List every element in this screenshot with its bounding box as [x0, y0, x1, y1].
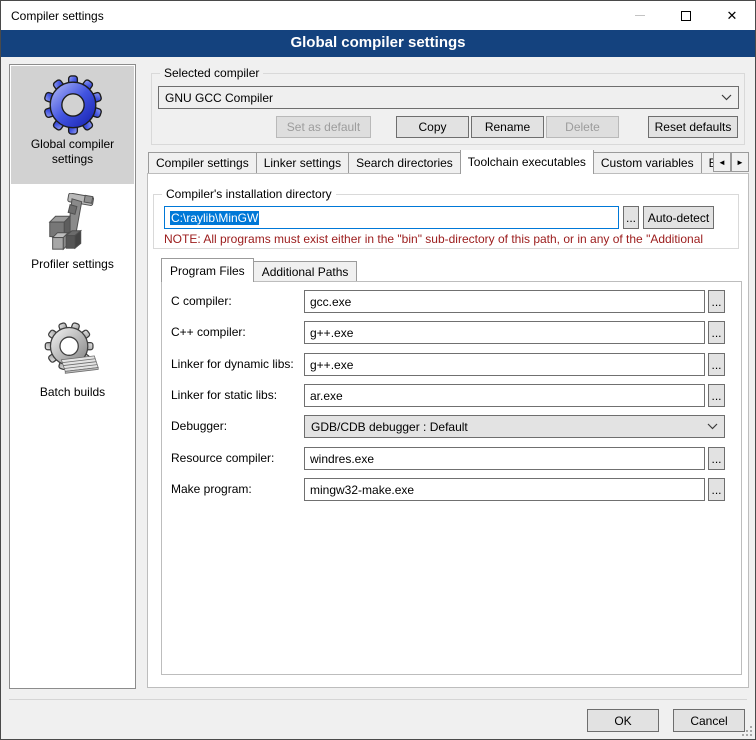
tab-compiler-settings[interactable]: Compiler settings — [148, 152, 257, 173]
debugger-select[interactable]: GDB/CDB debugger : Default — [304, 415, 725, 438]
copy-button[interactable]: Copy — [396, 116, 469, 138]
browse-make-program-button[interactable]: ... — [708, 478, 725, 501]
installation-directory-value: C:\raylib\MinGW — [170, 211, 259, 225]
arrow-left-icon: ◄ — [718, 158, 726, 167]
chevron-down-icon — [721, 94, 732, 101]
ellipsis-icon: ... — [711, 452, 721, 466]
compiler-gear-icon — [42, 73, 104, 135]
maximize-button[interactable] — [663, 1, 709, 30]
browse-installation-directory-button[interactable]: ... — [623, 206, 639, 229]
reset-defaults-button[interactable]: Reset defaults — [648, 116, 738, 138]
caliper-icon — [42, 193, 104, 255]
tab-scroll-right-button[interactable]: ► — [731, 152, 749, 172]
sidebar-item-label: Profiler settings — [31, 257, 114, 272]
ellipsis-icon: ... — [711, 295, 721, 309]
browse-resource-compiler-button[interactable]: ... — [708, 447, 725, 470]
cancel-button[interactable]: Cancel — [673, 709, 745, 732]
resize-grip[interactable] — [741, 725, 752, 736]
installation-directory-group-label: Compiler's installation directory — [162, 187, 336, 201]
auto-detect-button[interactable]: Auto-detect — [643, 206, 714, 229]
title-bar: Compiler settings ✕ — [1, 1, 755, 30]
tab-build-options[interactable]: Build options — [701, 152, 713, 173]
tab-linker-settings[interactable]: Linker settings — [256, 152, 349, 173]
program-files-tab-bar: Program Files Additional Paths — [161, 258, 356, 283]
cpp-compiler-label: C++ compiler: — [171, 325, 246, 339]
ellipsis-icon: ... — [711, 389, 721, 403]
make-program-label: Make program: — [171, 482, 252, 496]
dynamic-linker-input[interactable]: g++.exe — [304, 353, 705, 376]
installation-directory-input[interactable]: C:\raylib\MinGW — [164, 206, 619, 229]
compiler-select-value: GNU GCC Compiler — [165, 91, 273, 105]
selected-compiler-group-label: Selected compiler — [160, 66, 263, 80]
footer-separator — [9, 699, 747, 700]
delete-button[interactable]: Delete — [546, 116, 619, 138]
sidebar-item-batch-builds[interactable]: Batch builds — [11, 315, 134, 423]
subtab-program-files[interactable]: Program Files — [161, 258, 254, 282]
resource-compiler-label: Resource compiler: — [171, 451, 274, 465]
ellipsis-icon: ... — [626, 211, 636, 225]
debugger-label: Debugger: — [171, 419, 227, 433]
resource-compiler-input[interactable]: windres.exe — [304, 447, 705, 470]
minimize-button[interactable] — [617, 1, 663, 30]
batch-builds-icon — [42, 321, 104, 383]
c-compiler-label: C compiler: — [171, 294, 232, 308]
chevron-down-icon — [707, 423, 718, 430]
window-title: Compiler settings — [11, 9, 104, 23]
static-linker-label: Linker for static libs: — [171, 388, 277, 402]
compiler-settings-dialog: Compiler settings ✕ Global compiler sett… — [0, 0, 756, 740]
browse-dynamic-linker-button[interactable]: ... — [708, 353, 725, 376]
ellipsis-icon: ... — [711, 358, 721, 372]
make-program-input[interactable]: mingw32-make.exe — [304, 478, 705, 501]
c-compiler-input[interactable]: gcc.exe — [304, 290, 705, 313]
browse-c-compiler-button[interactable]: ... — [708, 290, 725, 313]
debugger-select-value: GDB/CDB debugger : Default — [311, 420, 468, 434]
sidebar-item-label: Global compiler settings — [11, 137, 134, 167]
compiler-select[interactable]: GNU GCC Compiler — [158, 86, 739, 109]
static-linker-input[interactable]: ar.exe — [304, 384, 705, 407]
browse-static-linker-button[interactable]: ... — [708, 384, 725, 407]
sidebar-item-label: Batch builds — [40, 385, 105, 400]
close-button[interactable]: ✕ — [709, 1, 755, 30]
arrow-right-icon: ► — [736, 158, 744, 167]
maximize-icon — [681, 11, 691, 21]
dialog-header: Global compiler settings — [1, 30, 755, 57]
tab-search-directories[interactable]: Search directories — [348, 152, 461, 173]
minimize-icon — [635, 15, 645, 16]
sidebar-item-global-compiler-settings[interactable]: Global compiler settings — [11, 66, 134, 184]
ellipsis-icon: ... — [711, 483, 721, 497]
close-icon: ✕ — [727, 9, 738, 22]
tab-scroll-left-button[interactable]: ◄ — [713, 152, 731, 172]
tab-custom-variables[interactable]: Custom variables — [593, 152, 702, 173]
subtab-additional-paths[interactable]: Additional Paths — [253, 261, 358, 281]
rename-button[interactable]: Rename — [471, 116, 544, 138]
ok-button[interactable]: OK — [587, 709, 659, 732]
bin-subdirectory-note: NOTE: All programs must exist either in … — [164, 232, 739, 246]
window-controls: ✕ — [617, 1, 755, 30]
dynamic-linker-label: Linker for dynamic libs: — [171, 357, 294, 371]
page-title: Global compiler settings — [290, 34, 465, 51]
tab-toolchain-executables[interactable]: Toolchain executables — [460, 150, 594, 174]
set-as-default-button[interactable]: Set as default — [276, 116, 371, 138]
cpp-compiler-input[interactable]: g++.exe — [304, 321, 705, 344]
ellipsis-icon: ... — [711, 326, 721, 340]
settings-category-list: Global compiler settings — [9, 64, 136, 689]
sidebar-item-profiler-settings[interactable]: Profiler settings — [11, 189, 134, 299]
browse-cpp-compiler-button[interactable]: ... — [708, 321, 725, 344]
settings-tab-bar: Compiler settings Linker settings Search… — [148, 150, 713, 175]
